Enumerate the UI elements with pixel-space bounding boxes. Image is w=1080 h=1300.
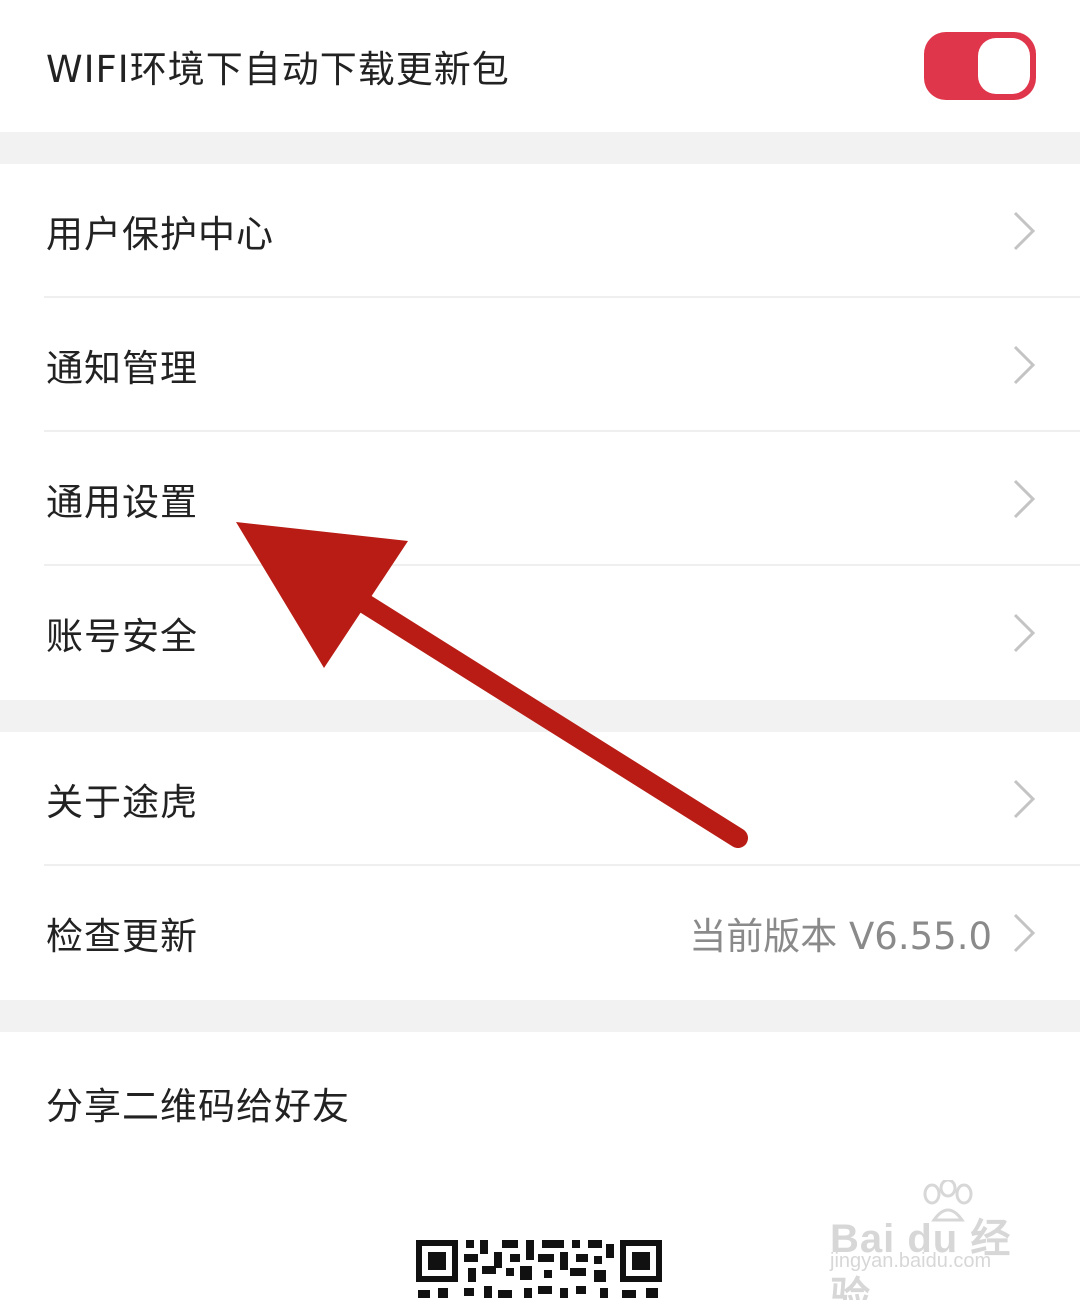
share-qr-title: 分享二维码给好友 [46,1085,350,1128]
chevron-right-icon [1013,779,1036,819]
wifi-auto-update-label: WIFI环境下自动下载更新包 [46,48,510,91]
toggle-knob [978,38,1030,94]
baidu-jingyan-watermark: Bai du 经验 jingyan.baidu.com [828,1180,1048,1300]
qr-code[interactable] [414,1236,666,1300]
chevron-right-icon [1013,479,1036,519]
settings-screen: WIFI环境下自动下载更新包 用户保护中心 通知管理 通用设置 账号安全 关于途… [0,0,1080,1300]
watermark-domain: jingyan.baidu.com [830,1250,992,1272]
wifi-auto-update-toggle[interactable] [924,32,1036,100]
section-gap [0,132,1080,164]
row-about-tuhu[interactable]: 关于途虎 [0,732,1080,866]
row-check-update[interactable]: 检查更新 当前版本 V6.55.0 [0,866,1080,1000]
row-label: 检查更新 [46,915,198,958]
chevron-right-icon [1013,211,1036,251]
chevron-right-icon [1013,345,1036,385]
section-gap [0,1000,1080,1032]
row-label: 关于途虎 [46,781,198,824]
row-notification-management[interactable]: 通知管理 [0,298,1080,432]
row-label: 用户保护中心 [46,213,274,256]
wifi-section: WIFI环境下自动下载更新包 [0,0,1080,132]
section-gap [0,700,1080,732]
current-version-value: 当前版本 V6.55.0 [689,915,992,958]
row-user-protection[interactable]: 用户保护中心 [0,164,1080,298]
row-label: 通用设置 [46,481,198,524]
chevron-right-icon [1013,913,1036,953]
row-label: 账号安全 [46,615,198,658]
wifi-auto-update-row[interactable]: WIFI环境下自动下载更新包 [0,0,1080,132]
row-account-security[interactable]: 账号安全 [0,566,1080,700]
row-label: 通知管理 [46,347,198,390]
row-general-settings[interactable]: 通用设置 [0,432,1080,566]
chevron-right-icon [1013,613,1036,653]
settings-group-2: 关于途虎 检查更新 当前版本 V6.55.0 [0,732,1080,1000]
settings-group-1: 用户保护中心 通知管理 通用设置 账号安全 [0,164,1080,700]
